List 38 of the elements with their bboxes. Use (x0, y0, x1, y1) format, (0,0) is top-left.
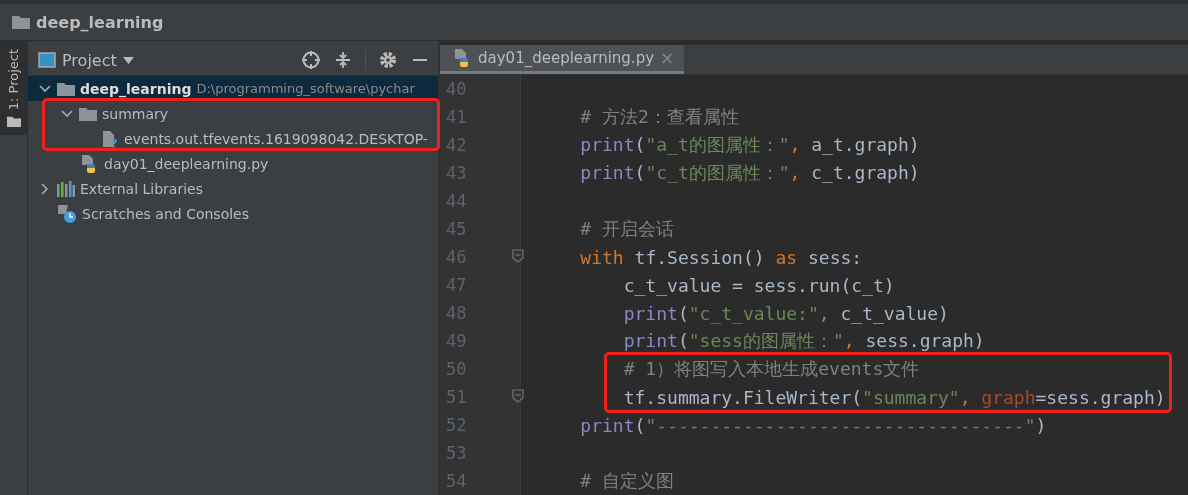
settings-icon[interactable] (378, 50, 398, 70)
code-line: print("c_t_value:", c_t_value) (622, 302, 949, 324)
code-line: with tf.Session() as sess: (579, 246, 863, 268)
project-view-icon (38, 52, 56, 68)
code-line: print("c_t的图属性：", c_t.graph) (579, 161, 920, 185)
locate-icon[interactable] (301, 50, 321, 70)
project-folder-icon (12, 15, 30, 29)
tree-item[interactable]: External Libraries (28, 176, 438, 201)
tree-item[interactable]: summary (28, 101, 438, 126)
caret-icon[interactable] (122, 56, 134, 64)
code-line: # 自定义图 (579, 469, 675, 493)
folder-icon (79, 106, 97, 121)
code-line: # 1）将图写入本地生成events文件 (622, 357, 920, 381)
chevron-icon[interactable] (61, 107, 73, 120)
tree-item[interactable]: Scratches and Consoles (28, 201, 438, 226)
folder-icon (57, 81, 75, 96)
code-line: print("sess的图属性：", sess.graph) (622, 329, 985, 353)
chevron-icon[interactable] (39, 182, 51, 195)
code-line: print("----------------------------------") (579, 414, 1047, 436)
tree-item[interactable]: events.out.tfevents.1619098042.DESKTOP- (28, 126, 438, 151)
panel-title[interactable]: Project (62, 50, 117, 70)
project-tool-tab[interactable]: 1: Project (0, 41, 27, 136)
scratches-icon (57, 203, 77, 224)
collapse-all-icon[interactable] (333, 50, 353, 70)
code-line: c_t_value = sess.run(c_t) (622, 274, 895, 296)
libraries-icon (57, 180, 75, 197)
chevron-icon[interactable] (39, 82, 51, 95)
fold-icon[interactable] (512, 249, 524, 263)
fold-icon[interactable] (512, 389, 524, 403)
editor-tab[interactable]: day01_deeplearning.py × (440, 45, 685, 74)
code-line: print("a_t的图属性：", a_t.graph) (579, 133, 920, 157)
code-line: # 方法2：查看属性 (579, 105, 739, 129)
project-name: deep_learning (36, 12, 164, 32)
unknown-file-icon (101, 128, 119, 149)
code-line: # 开启会话 (579, 217, 675, 241)
tree-item[interactable]: day01_deeplearning.py (28, 151, 438, 176)
code-line: tf.summary.FileWriter("summary", graph=sess.graph) (622, 386, 1166, 408)
folder-icon (6, 116, 21, 128)
